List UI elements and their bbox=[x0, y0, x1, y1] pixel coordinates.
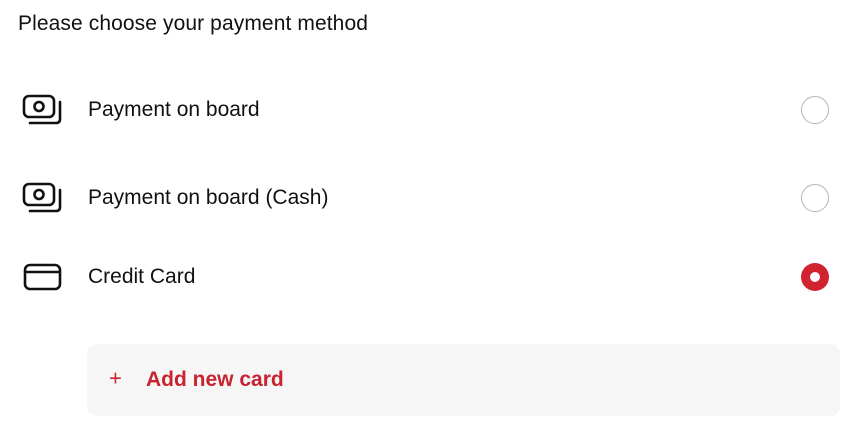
radio-button[interactable] bbox=[801, 96, 829, 124]
radio-button-selected[interactable] bbox=[801, 263, 829, 291]
payment-method-page: Please choose your payment method Paymen… bbox=[0, 0, 855, 425]
page-title: Please choose your payment method bbox=[18, 12, 369, 35]
payment-option-on-board-cash[interactable]: Payment on board (Cash) bbox=[0, 171, 855, 225]
credit-card-icon bbox=[22, 260, 64, 294]
cash-icon bbox=[22, 181, 64, 215]
plus-icon: + bbox=[109, 365, 122, 391]
radio-button[interactable] bbox=[801, 184, 829, 212]
add-new-card-label: Add new card bbox=[146, 368, 284, 391]
payment-option-on-board[interactable]: Payment on board bbox=[0, 83, 855, 137]
cash-icon bbox=[22, 93, 64, 127]
add-new-card-button[interactable]: + Add new card bbox=[87, 344, 840, 416]
payment-option-label: Credit Card bbox=[88, 265, 196, 288]
payment-option-label: Payment on board bbox=[88, 98, 260, 121]
payment-option-label: Payment on board (Cash) bbox=[88, 186, 329, 209]
payment-option-credit-card[interactable]: Credit Card bbox=[0, 250, 855, 304]
